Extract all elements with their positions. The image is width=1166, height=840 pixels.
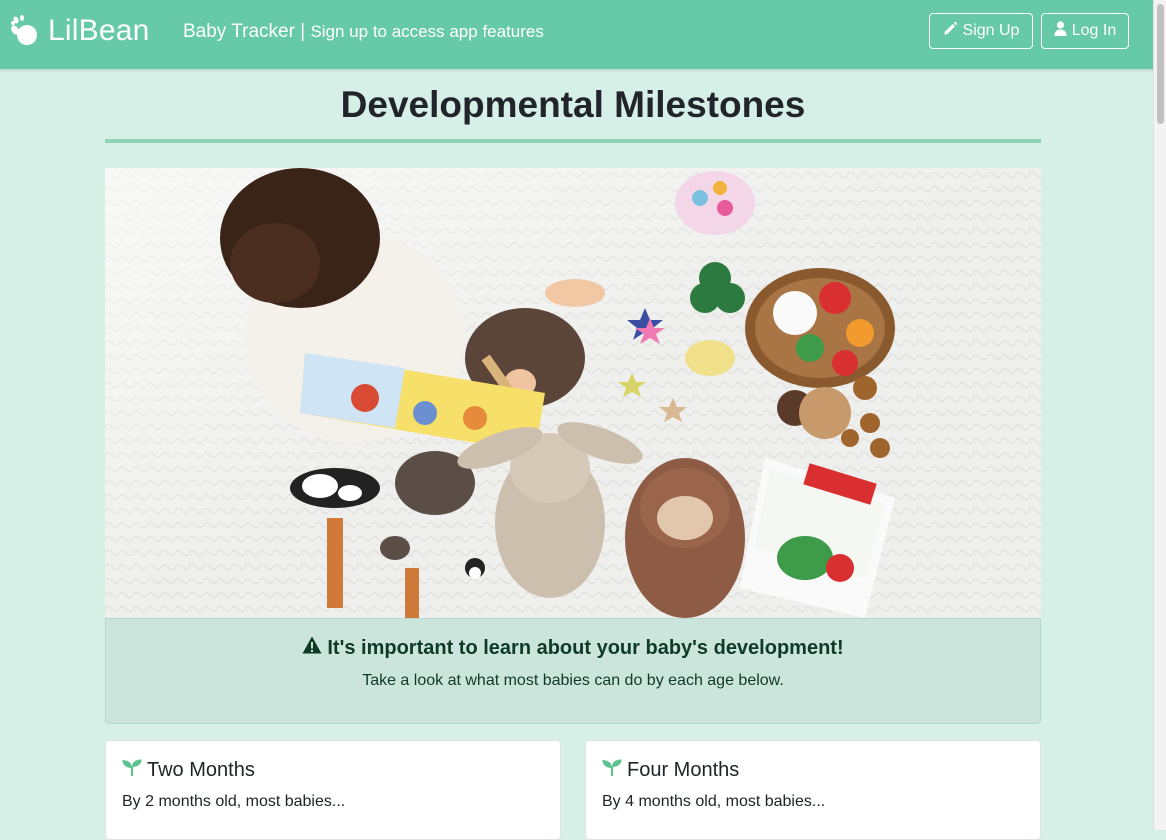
navbar-subtitle: Baby Tracker | Sign up to access app fea… [183, 21, 544, 43]
log-in-label: Log In [1071, 22, 1117, 39]
hand-logo-icon [10, 14, 40, 48]
brand-name: LilBean [48, 14, 150, 47]
alert-text: Take a look at what most babies can do b… [362, 672, 784, 689]
milestone-card-two-months: Two Months By 2 months old, most babies.… [105, 740, 561, 840]
card-heading: Two Months [122, 759, 255, 782]
sign-up-button[interactable]: Sign Up [929, 13, 1033, 49]
milestone-card-four-months: Four Months By 4 months old, most babies… [585, 740, 1041, 840]
card-text: By 4 months old, most babies... [602, 793, 826, 810]
page-scrollbar[interactable] [1153, 0, 1166, 830]
warning-triangle-icon [302, 636, 327, 660]
alert-title-text: It's important to learn about your baby'… [327, 636, 844, 659]
card-text: By 2 months old, most babies... [122, 793, 346, 810]
development-alert: It's important to learn about your baby'… [105, 618, 1041, 724]
card-title: Two Months [147, 759, 255, 781]
log-in-button[interactable]: Log In [1041, 13, 1129, 49]
seedling-icon [122, 759, 147, 782]
card-title: Four Months [627, 759, 740, 781]
navbar-subtitle-note: Sign up to access app features [310, 22, 544, 41]
user-icon [1054, 21, 1072, 41]
card-heading: Four Months [602, 759, 739, 782]
navbar-subtitle-main: Baby Tracker | [183, 21, 306, 42]
title-divider [105, 139, 1041, 143]
hero-image [105, 168, 1041, 618]
seedling-icon [602, 759, 627, 782]
sign-up-label: Sign Up [962, 22, 1020, 39]
scrollbar-thumb[interactable] [1157, 4, 1164, 124]
pencil-icon [943, 21, 963, 41]
top-navbar: LilBean Baby Tracker | Sign up to access… [0, 0, 1153, 69]
brand-link[interactable]: LilBean [10, 14, 149, 48]
page-title: Developmental Milestones [340, 84, 806, 125]
alert-heading: It's important to learn about your baby'… [106, 636, 1040, 660]
